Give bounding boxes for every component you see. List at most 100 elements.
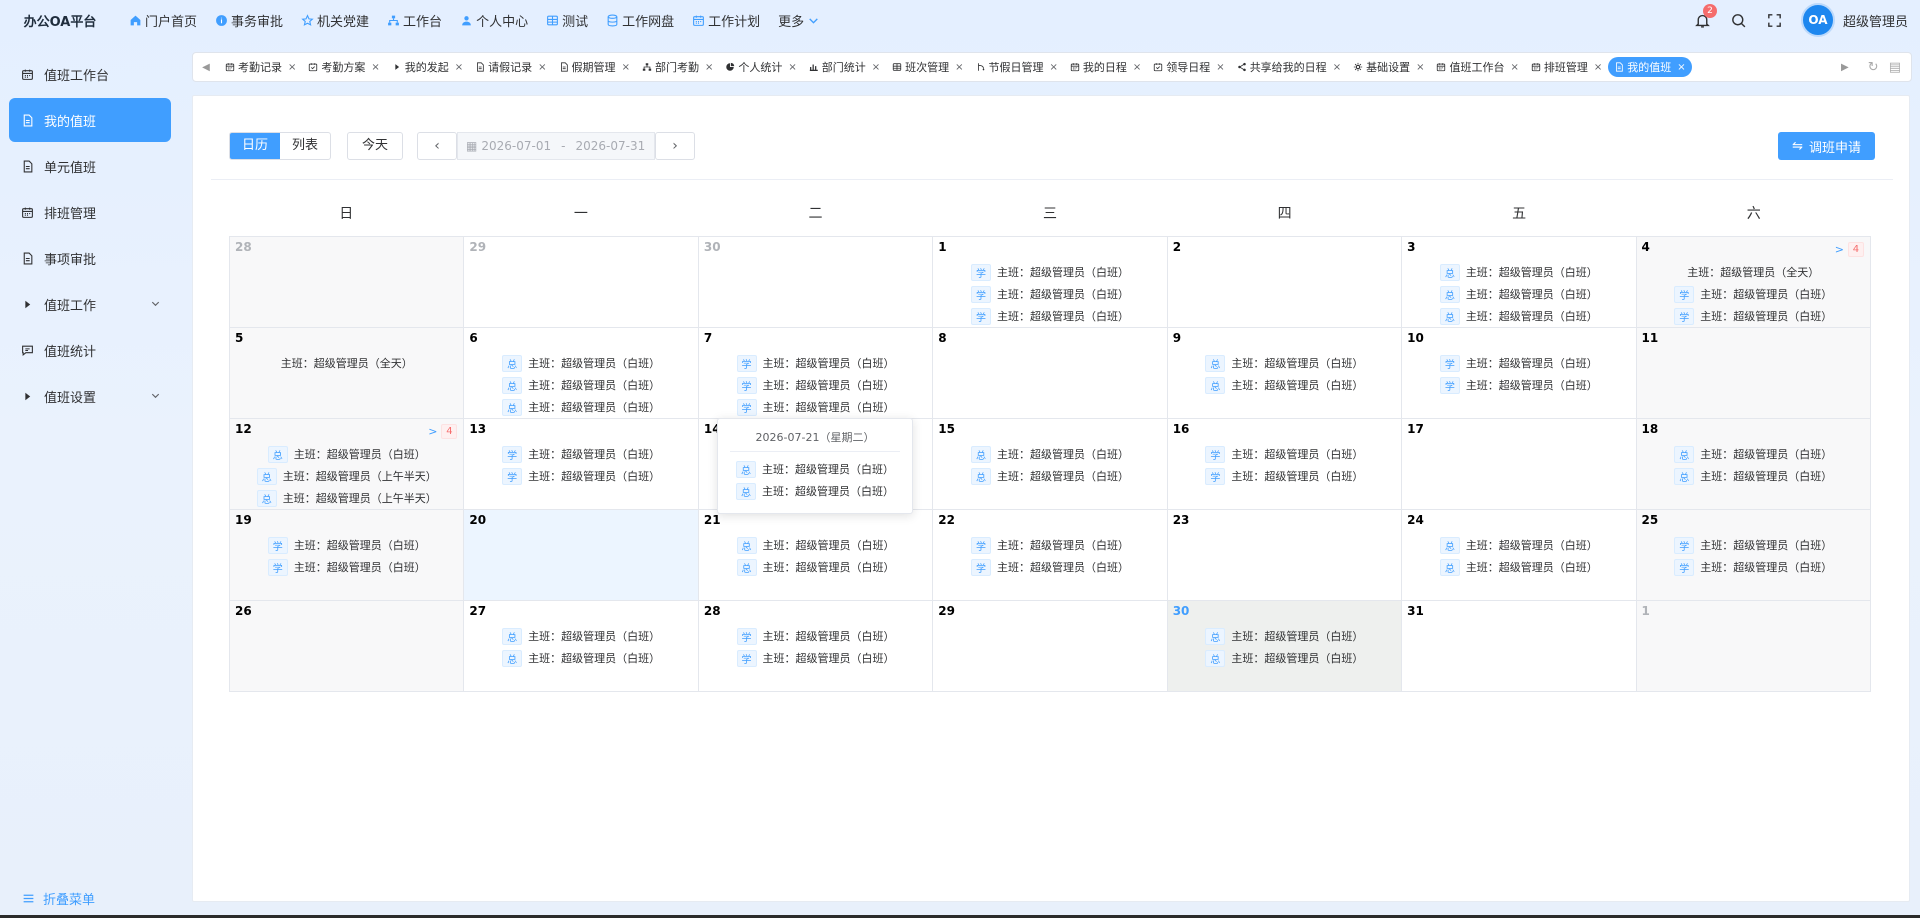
tab-close-icon[interactable]: × — [1510, 62, 1518, 73]
more-events[interactable]: >4 — [428, 424, 458, 439]
sidebar-item-2[interactable]: 单元值班 — [9, 144, 171, 188]
calendar-day-cell[interactable]: 17 — [1402, 419, 1637, 510]
more-events[interactable]: >4 — [1835, 242, 1864, 257]
shift-event[interactable]: 学主班：超级管理员（白班） — [970, 283, 1129, 305]
shift-event[interactable]: 总主班：超级管理员（白班） — [1205, 625, 1363, 647]
tab-9[interactable]: 节假日管理 × — [970, 57, 1064, 77]
calendar-day-cell[interactable]: 20 — [464, 510, 699, 601]
sidebar-item-4[interactable]: 事项审批 — [9, 236, 171, 280]
tab-close-icon[interactable]: × — [955, 62, 963, 73]
shift-event[interactable]: 学主班：超级管理员（白班） — [502, 465, 660, 487]
tab-6[interactable]: 个人统计 × — [719, 57, 802, 77]
sidebar-item-1[interactable]: 我的值班 — [9, 98, 171, 142]
tab-0[interactable]: 考勤记录 × — [219, 57, 302, 77]
calendar-day-cell[interactable]: 2 — [1167, 237, 1403, 328]
shift-event[interactable]: 学主班：超级管理员（白班） — [267, 556, 426, 578]
shift-event[interactable]: 总主班：超级管理员（上午半天） — [256, 487, 437, 509]
expand-arrow-icon[interactable]: > — [428, 425, 437, 438]
calendar-day-cell[interactable]: 4 >4 主班：超级管理员（全天）学主班：超级管理员（白班）学主班：超级管理员（白班… — [1636, 237, 1871, 328]
shift-event[interactable]: 总主班：超级管理员（白班） — [736, 480, 894, 502]
topnav-item-6[interactable]: 工作网盘 — [597, 0, 683, 40]
tab-close-icon[interactable]: × — [1416, 62, 1424, 73]
shift-event[interactable]: 学主班：超级管理员（白班） — [1205, 465, 1363, 487]
shift-event[interactable]: 学主班：超级管理员（白班） — [502, 443, 660, 465]
topnav-item-2[interactable]: 机关党建 — [292, 0, 378, 40]
shift-event[interactable]: 总主班：超级管理员（白班） — [736, 534, 895, 556]
tab-close-icon[interactable]: × — [872, 62, 880, 73]
shift-event[interactable]: 主班：超级管理员（全天） — [1687, 261, 1819, 283]
collapse-menu-button[interactable]: 折叠菜单 — [22, 889, 95, 908]
calendar-day-cell[interactable]: 15 总主班：超级管理员（白班）总主班：超级管理员（白班） — [933, 419, 1168, 510]
calendar-day-cell[interactable]: 6 总主班：超级管理员（白班）总主班：超级管理员（白班）总主班：超级管理员（白班） — [464, 328, 699, 419]
tab-close-icon[interactable]: × — [1333, 62, 1341, 73]
search-button[interactable] — [1721, 0, 1757, 40]
shift-event[interactable]: 学主班：超级管理员（白班） — [736, 647, 895, 669]
shift-event[interactable]: 总主班：超级管理员（白班） — [502, 374, 660, 396]
tab-close-icon[interactable]: × — [788, 62, 796, 73]
tab-close-icon[interactable]: × — [455, 62, 463, 73]
calendar-day-cell[interactable]: 1 — [1636, 601, 1871, 692]
topnav-item-7[interactable]: 工作计划 — [683, 0, 769, 40]
tab-3[interactable]: 请假记录 × — [469, 57, 552, 77]
view-list-button[interactable]: 列表 — [280, 133, 330, 159]
tabs-scroll-right-button[interactable]: ▶ — [1832, 53, 1858, 81]
calendar-day-cell[interactable]: 10 学主班：超级管理员（白班）学主班：超级管理员（白班） — [1402, 328, 1637, 419]
sidebar-item-6[interactable]: 值班统计 — [9, 328, 171, 372]
shift-event[interactable]: 总主班：超级管理员（上午半天） — [256, 465, 437, 487]
tab-10[interactable]: 我的日程 × — [1064, 57, 1147, 77]
fullscreen-button[interactable] — [1757, 0, 1793, 40]
today-button[interactable]: 今天 — [347, 132, 404, 160]
tab-close-icon[interactable]: × — [622, 62, 630, 73]
shift-event[interactable]: 学主班：超级管理员（白班） — [1439, 374, 1598, 396]
tab-close-icon[interactable]: × — [1133, 62, 1141, 73]
topnav-item-8[interactable]: 更多 — [769, 0, 829, 40]
shift-event[interactable]: 学主班：超级管理员（白班） — [970, 534, 1129, 556]
shift-event[interactable]: 学主班：超级管理员（白班） — [970, 556, 1129, 578]
shift-event[interactable]: 总主班：超级管理员（白班） — [502, 396, 660, 418]
calendar-day-cell[interactable]: 5 主班：超级管理员（全天） — [230, 328, 465, 419]
calendar-day-cell[interactable]: 16 学主班：超级管理员（白班）学主班：超级管理员（白班） — [1167, 419, 1403, 510]
calendar-day-cell[interactable]: 3 总主班：超级管理员（白班）总主班：超级管理员（白班）总主班：超级管理员（白班） — [1402, 237, 1637, 328]
calendar-day-cell[interactable]: 23 — [1167, 510, 1403, 601]
shift-event[interactable]: 总主班：超级管理员（白班） — [1439, 305, 1598, 327]
shift-event[interactable]: 学主班：超级管理员（白班） — [736, 374, 895, 396]
shift-event[interactable]: 总主班：超级管理员（白班） — [1439, 261, 1598, 283]
tab-close-icon[interactable]: × — [371, 62, 379, 73]
calendar-day-cell[interactable]: 19 学主班：超级管理员（白班）学主班：超级管理员（白班） — [230, 510, 465, 601]
calendar-day-cell[interactable]: 21 总主班：超级管理员（白班）总主班：超级管理员（白班） — [698, 510, 934, 601]
tab-close-icon[interactable]: × — [538, 62, 546, 73]
tab-13[interactable]: 基础设置 × — [1347, 57, 1430, 77]
shift-event[interactable]: 学主班：超级管理员（白班） — [736, 625, 895, 647]
calendar-day-cell[interactable]: 12 >4 总主班：超级管理员（白班）总主班：超级管理员（上午半天）总主班：超级管理… — [230, 419, 465, 510]
tab-4[interactable]: 假期管理 × — [553, 57, 636, 77]
calendar-day-cell[interactable]: 1 学主班：超级管理员（白班）学主班：超级管理员（白班）学主班：超级管理员（白班） — [933, 237, 1168, 328]
shift-event[interactable]: 总主班：超级管理员（白班） — [502, 625, 660, 647]
shift-change-apply-button[interactable]: ⇋ 调班申请 — [1778, 132, 1875, 160]
view-calendar-button[interactable]: 日历 — [230, 133, 281, 159]
calendar-day-cell[interactable]: 29 — [933, 601, 1168, 692]
shift-event[interactable]: 学主班：超级管理员（白班） — [267, 534, 426, 556]
calendar-day-cell[interactable]: 7 学主班：超级管理员（白班）学主班：超级管理员（白班）学主班：超级管理员（白班） — [698, 328, 934, 419]
calendar-day-cell[interactable]: 8 — [933, 328, 1168, 419]
tab-2[interactable]: 我的发起 × — [386, 57, 469, 77]
tab-8[interactable]: 班次管理 × — [886, 57, 969, 77]
notification-button[interactable]: 2 — [1685, 0, 1721, 40]
topnav-item-4[interactable]: 个人中心 — [451, 0, 537, 40]
calendar-day-cell[interactable]: 22 学主班：超级管理员（白班）学主班：超级管理员（白班） — [933, 510, 1168, 601]
tab-close-icon[interactable]: × — [288, 62, 296, 73]
shift-event[interactable]: 学主班：超级管理员（白班） — [736, 396, 895, 418]
tab-16[interactable]: 我的值班 × — [1608, 57, 1692, 77]
shift-event[interactable]: 总主班：超级管理员（白班） — [1205, 647, 1363, 669]
shift-event[interactable]: 学主班：超级管理员（白班） — [970, 261, 1129, 283]
shift-event[interactable]: 总主班：超级管理员（白班） — [1205, 374, 1363, 396]
shift-event[interactable]: 总主班：超级管理员（白班） — [1439, 534, 1598, 556]
tab-close-icon[interactable]: × — [1216, 62, 1224, 73]
refresh-icon[interactable]: ↻ — [1868, 60, 1879, 75]
expand-arrow-icon[interactable]: > — [1835, 243, 1844, 256]
shift-event[interactable]: 总主班：超级管理员（白班） — [1674, 443, 1832, 465]
calendar-day-cell[interactable]: 26 — [230, 601, 465, 692]
tab-menu-icon[interactable]: ▤ — [1889, 60, 1901, 75]
shift-event[interactable]: 学主班：超级管理员（白班） — [1674, 534, 1832, 556]
tab-5[interactable]: 部门考勤 × — [636, 57, 719, 77]
date-range-picker[interactable]: ▦ 2026-07-01 - 2026-07-31 — [457, 132, 656, 160]
